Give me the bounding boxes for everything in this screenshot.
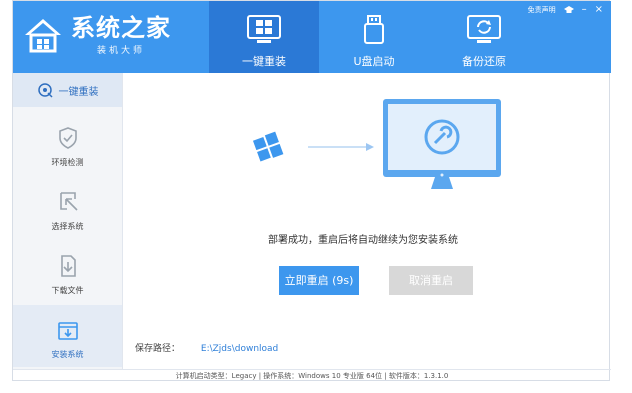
sidebar-item-label: 环境检测 <box>51 158 84 167</box>
window-controls: 免责声明 – × <box>528 5 603 15</box>
sidebar-item-reinstall[interactable]: 一键重装 <box>13 73 122 107</box>
sidebar-item-select-system[interactable]: 选择系统 <box>13 189 122 232</box>
shield-check-icon <box>58 127 77 149</box>
minimize-button[interactable]: – <box>582 5 587 15</box>
tab-label: U盘启动 <box>353 55 395 68</box>
save-path-row: 保存路径： E:\Zjds\download <box>135 341 278 354</box>
sidebar-item-label: 选择系统 <box>51 222 84 231</box>
brand-logo: 系统之家 装机大师 <box>21 13 171 57</box>
save-path-label: 保存路径： <box>135 344 181 354</box>
windows-logo-icon <box>252 131 284 162</box>
close-button[interactable]: × <box>595 5 603 15</box>
arrow-right-icon <box>308 143 374 151</box>
backup-restore-icon <box>467 15 501 43</box>
brand-title: 系统之家 <box>71 13 171 42</box>
title-bar: 系统之家 装机大师 一键重装 U盘启动 备份还原 免责声明 – × <box>13 1 611 73</box>
disclaimer-link[interactable]: 免责声明 <box>528 5 556 15</box>
install-system-icon <box>57 322 78 340</box>
graduation-cap-icon[interactable] <box>563 6 574 14</box>
sidebar-item-install-system[interactable]: 安装系统 <box>13 305 122 367</box>
app-window: 系统之家 装机大师 一键重装 U盘启动 备份还原 免责声明 – × 一键重装 环… <box>12 0 611 383</box>
sidebar-item-label: 一键重装 <box>58 86 99 98</box>
tab-backup-restore[interactable]: 备份还原 <box>429 1 539 73</box>
tab-label: 备份还原 <box>462 55 506 68</box>
cancel-restart-button[interactable]: 取消重启 <box>389 266 473 295</box>
sidebar-item-label: 下载文件 <box>51 286 84 295</box>
download-file-icon <box>60 255 76 277</box>
main-panel: 部署成功，重启后将自动继续为您安装系统 立即重启 (9s) 取消重启 保存路径：… <box>123 73 611 369</box>
save-path-link[interactable]: E:\Zjds\download <box>201 344 278 354</box>
tab-usb-boot[interactable]: U盘启动 <box>319 1 429 73</box>
status-bar: 计算机启动类型：Legacy | 操作系统：Windows 10 专业版 64位… <box>13 369 611 383</box>
restart-now-button[interactable]: 立即重启 (9s) <box>279 266 359 295</box>
windows-icon <box>247 15 281 43</box>
usb-drive-icon <box>364 15 384 44</box>
tab-one-click-reinstall[interactable]: 一键重装 <box>209 1 319 73</box>
top-nav: 一键重装 U盘启动 备份还原 <box>209 1 539 73</box>
status-message: 部署成功，重启后将自动继续为您安装系统 <box>268 235 458 246</box>
monitor-illustration <box>383 99 501 189</box>
sidebar-item-label: 安装系统 <box>51 350 84 359</box>
sidebar-item-download-files[interactable]: 下载文件 <box>13 253 122 296</box>
sidebar: 一键重装 环境检测 选择系统 下载文件 安装系统 <box>13 73 123 369</box>
sidebar-item-environment-check[interactable]: 环境检测 <box>13 125 122 168</box>
brand-subtitle: 装机大师 <box>96 45 145 56</box>
house-logo-icon <box>25 19 61 53</box>
tab-label: 一键重装 <box>242 55 286 68</box>
select-system-icon <box>59 192 78 211</box>
reinstall-icon <box>37 83 53 98</box>
